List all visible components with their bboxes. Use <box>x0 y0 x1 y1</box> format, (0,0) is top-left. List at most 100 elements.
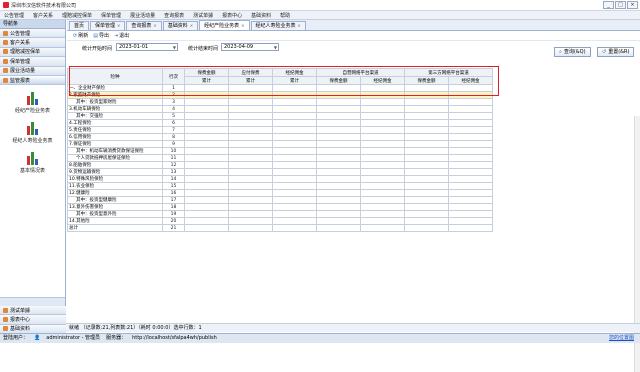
cell-value[interactable] <box>184 189 229 197</box>
cell-insurance-type[interactable]: 其中：机动车辆消费贷款保证保险 <box>67 147 163 155</box>
cell-value[interactable] <box>404 112 449 120</box>
cell-value[interactable] <box>448 147 493 155</box>
cell-value[interactable] <box>360 133 405 141</box>
menu-customer[interactable]: 客户关系 <box>33 12 53 19</box>
table-row[interactable]: 14.其他险 20 <box>67 217 493 225</box>
cell-value[interactable] <box>316 147 361 155</box>
table-row[interactable]: 7.保证保险 9 <box>67 140 493 148</box>
table-row[interactable]: 9.货物运输保险 13 <box>67 168 493 176</box>
cell-value[interactable] <box>360 189 405 197</box>
sidebar-item-claim[interactable]: 理赔减控保单 <box>0 47 65 58</box>
cell-value[interactable] <box>360 147 405 155</box>
cell-value[interactable] <box>448 182 493 190</box>
cell-insurance-type[interactable]: 一、企业财产保险 <box>67 84 163 92</box>
cell-value[interactable] <box>360 175 405 183</box>
cell-row-number[interactable]: 15 <box>162 182 185 190</box>
cell-value[interactable] <box>448 133 493 141</box>
cell-row-number[interactable]: 7 <box>162 126 185 134</box>
report-basic-situation[interactable]: 基本情况表 <box>0 151 65 174</box>
cell-value[interactable] <box>316 84 361 92</box>
cell-row-number[interactable]: 2 <box>162 91 185 99</box>
cell-value[interactable] <box>404 105 449 113</box>
cell-insurance-type[interactable]: 10.特殊风险保险 <box>67 175 163 183</box>
cell-value[interactable] <box>448 105 493 113</box>
cell-value[interactable] <box>448 168 493 176</box>
table-row[interactable]: 11.农业保险 15 <box>67 182 493 190</box>
close-button[interactable]: × <box>627 1 638 9</box>
menu-announcement[interactable]: 公告管理 <box>4 12 24 19</box>
cell-row-number[interactable]: 11 <box>162 154 185 162</box>
cell-row-number[interactable]: 10 <box>162 147 185 155</box>
cell-row-number[interactable]: 1 <box>162 84 185 92</box>
close-icon[interactable]: ✕ <box>153 22 156 30</box>
query-button[interactable]: ⌕ 查询(&Q) <box>554 47 591 57</box>
cell-value[interactable] <box>316 189 361 197</box>
cell-value[interactable] <box>448 154 493 162</box>
cell-value[interactable] <box>184 91 229 99</box>
menu-test-docs[interactable]: 测试单據 <box>193 12 213 19</box>
table-row[interactable]: 其中：机动车辆消费贷款保证保险 10 <box>67 147 493 155</box>
cell-row-number[interactable]: 16 <box>162 189 185 197</box>
start-date-field[interactable]: 2023-01-01 ▼ <box>116 43 178 51</box>
cell-value[interactable] <box>228 91 273 99</box>
cell-value[interactable] <box>184 133 229 141</box>
cell-value[interactable] <box>272 203 317 211</box>
table-row[interactable]: 3.机动车辆保险 4 <box>67 105 493 113</box>
cell-value[interactable] <box>360 196 405 204</box>
subheader-cumulative[interactable]: 累计 <box>272 76 317 85</box>
cell-value[interactable] <box>184 140 229 148</box>
cell-value[interactable] <box>404 210 449 218</box>
cell-value[interactable] <box>228 217 273 225</box>
cell-value[interactable] <box>316 168 361 176</box>
cell-row-number[interactable]: 14 <box>162 175 185 183</box>
cell-insurance-type[interactable]: 3.机动车辆保险 <box>67 105 163 113</box>
cell-value[interactable] <box>228 133 273 141</box>
table-row[interactable]: 2.家庭财产保险 2 <box>67 91 493 99</box>
cell-value[interactable] <box>316 126 361 134</box>
cell-value[interactable] <box>404 133 449 141</box>
cell-value[interactable] <box>272 182 317 190</box>
sidebar-item-policy[interactable]: 保单管理 <box>0 57 65 67</box>
cell-value[interactable] <box>228 147 273 155</box>
sidebar-item-report-center[interactable]: 报表中心 <box>0 315 66 325</box>
close-icon[interactable]: ✕ <box>190 22 193 30</box>
cell-value[interactable] <box>316 112 361 120</box>
table-row[interactable]: 4.工程保险 6 <box>67 119 493 127</box>
header-insurance-type[interactable]: 险种 <box>67 68 163 85</box>
subheader-cumulative[interactable]: 累计 <box>184 76 229 85</box>
cell-value[interactable] <box>272 119 317 127</box>
cell-insurance-type[interactable]: 其中：投资型意外险 <box>67 210 163 218</box>
header-row-number[interactable]: 行次 <box>162 68 185 85</box>
cell-value[interactable] <box>228 161 273 169</box>
cell-value[interactable] <box>316 217 361 225</box>
cell-value[interactable] <box>404 203 449 211</box>
cell-value[interactable] <box>228 175 273 183</box>
cell-value[interactable] <box>360 126 405 134</box>
cell-value[interactable] <box>272 210 317 218</box>
cell-value[interactable] <box>316 175 361 183</box>
cell-insurance-type[interactable]: 5.责任保险 <box>67 126 163 134</box>
cell-value[interactable] <box>272 196 317 204</box>
tab-home[interactable]: 首页 <box>69 21 90 30</box>
cell-insurance-type[interactable]: 14.其他险 <box>67 217 163 225</box>
cell-value[interactable] <box>272 147 317 155</box>
cell-value[interactable] <box>184 84 229 92</box>
end-date-field[interactable]: 2023-04-09 ▼ <box>221 43 279 51</box>
cell-value[interactable] <box>360 154 405 162</box>
tab-query-reports[interactable]: 查询报表 ✕ <box>126 21 162 30</box>
cell-value[interactable] <box>316 98 361 106</box>
cell-value[interactable] <box>448 91 493 99</box>
cell-value[interactable] <box>404 91 449 99</box>
cell-value[interactable] <box>184 224 229 232</box>
table-row[interactable]: 5.责任保险 7 <box>67 126 493 134</box>
tab-basic-data[interactable]: 基础资料 ✕ <box>162 21 199 30</box>
cell-value[interactable] <box>272 126 317 134</box>
cell-value[interactable] <box>184 126 229 134</box>
cell-value[interactable] <box>316 105 361 113</box>
subheader-commission[interactable]: 经纪佣金 <box>448 76 493 85</box>
cell-value[interactable] <box>316 91 361 99</box>
cell-value[interactable] <box>448 175 493 183</box>
cell-value[interactable] <box>404 224 449 232</box>
cell-value[interactable] <box>404 168 449 176</box>
cell-value[interactable] <box>360 224 405 232</box>
